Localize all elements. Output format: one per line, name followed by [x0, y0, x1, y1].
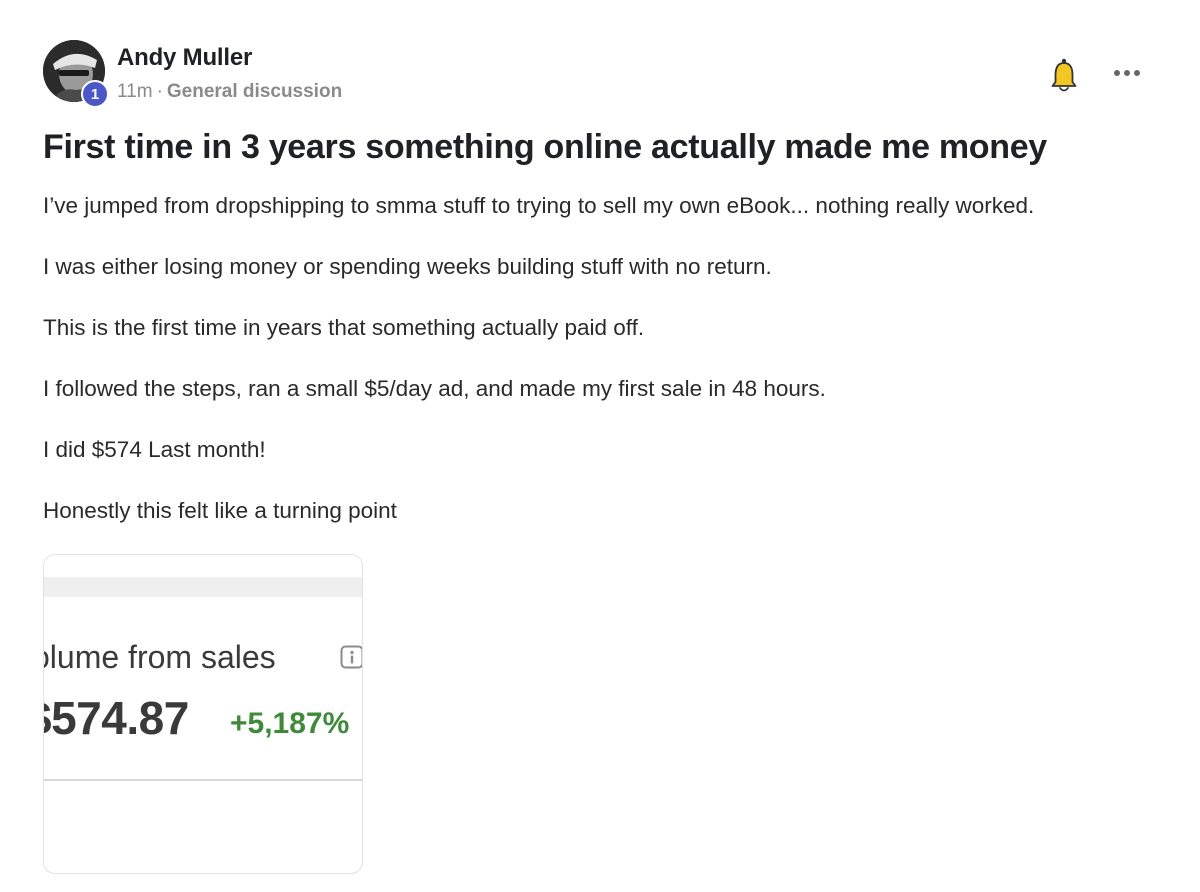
attachment-gray-band [44, 577, 362, 597]
attachment-change: +5,187% [230, 707, 350, 740]
bell-icon[interactable] [1049, 56, 1079, 96]
post-paragraph: I was either losing money or spending we… [43, 254, 772, 279]
attachment-divider [44, 779, 362, 781]
author-name[interactable]: Andy Muller [117, 44, 252, 72]
post-paragraph: I’ve jumped from dropshipping to smma st… [43, 193, 1035, 218]
post-paragraph: I did $574 Last month! [43, 437, 266, 462]
meta-separator: · [156, 81, 163, 102]
level-badge: 1 [81, 80, 109, 108]
post-title: First time in 3 years something online a… [43, 128, 1047, 166]
more-dot [1134, 70, 1140, 76]
post-body: I’ve jumped from dropshipping to smma st… [43, 191, 1163, 557]
post-category-link[interactable]: General discussion [167, 81, 342, 102]
post-meta: 11m · General discussion [117, 81, 342, 103]
image-attachment[interactable]: olume from sales $574.87 +5,187% [43, 554, 363, 874]
post-paragraph: This is the first time in years that som… [43, 315, 645, 340]
more-options-icon[interactable] [1107, 60, 1147, 86]
info-icon [340, 645, 362, 669]
more-dot [1114, 70, 1120, 76]
post-time: 11m [117, 81, 153, 102]
attachment-label: olume from sales [43, 639, 276, 675]
post-paragraph: Honestly this felt like a turning point [43, 498, 397, 523]
post-header: 1 Andy Muller 11m · General discussion [43, 40, 1153, 110]
attachment-value: $574.87 [44, 692, 189, 744]
post-card: 1 Andy Muller 11m · General discussion Fir… [0, 0, 1200, 892]
more-dot [1124, 70, 1130, 76]
post-paragraph: I followed the steps, ran a small $5/day… [43, 376, 826, 401]
